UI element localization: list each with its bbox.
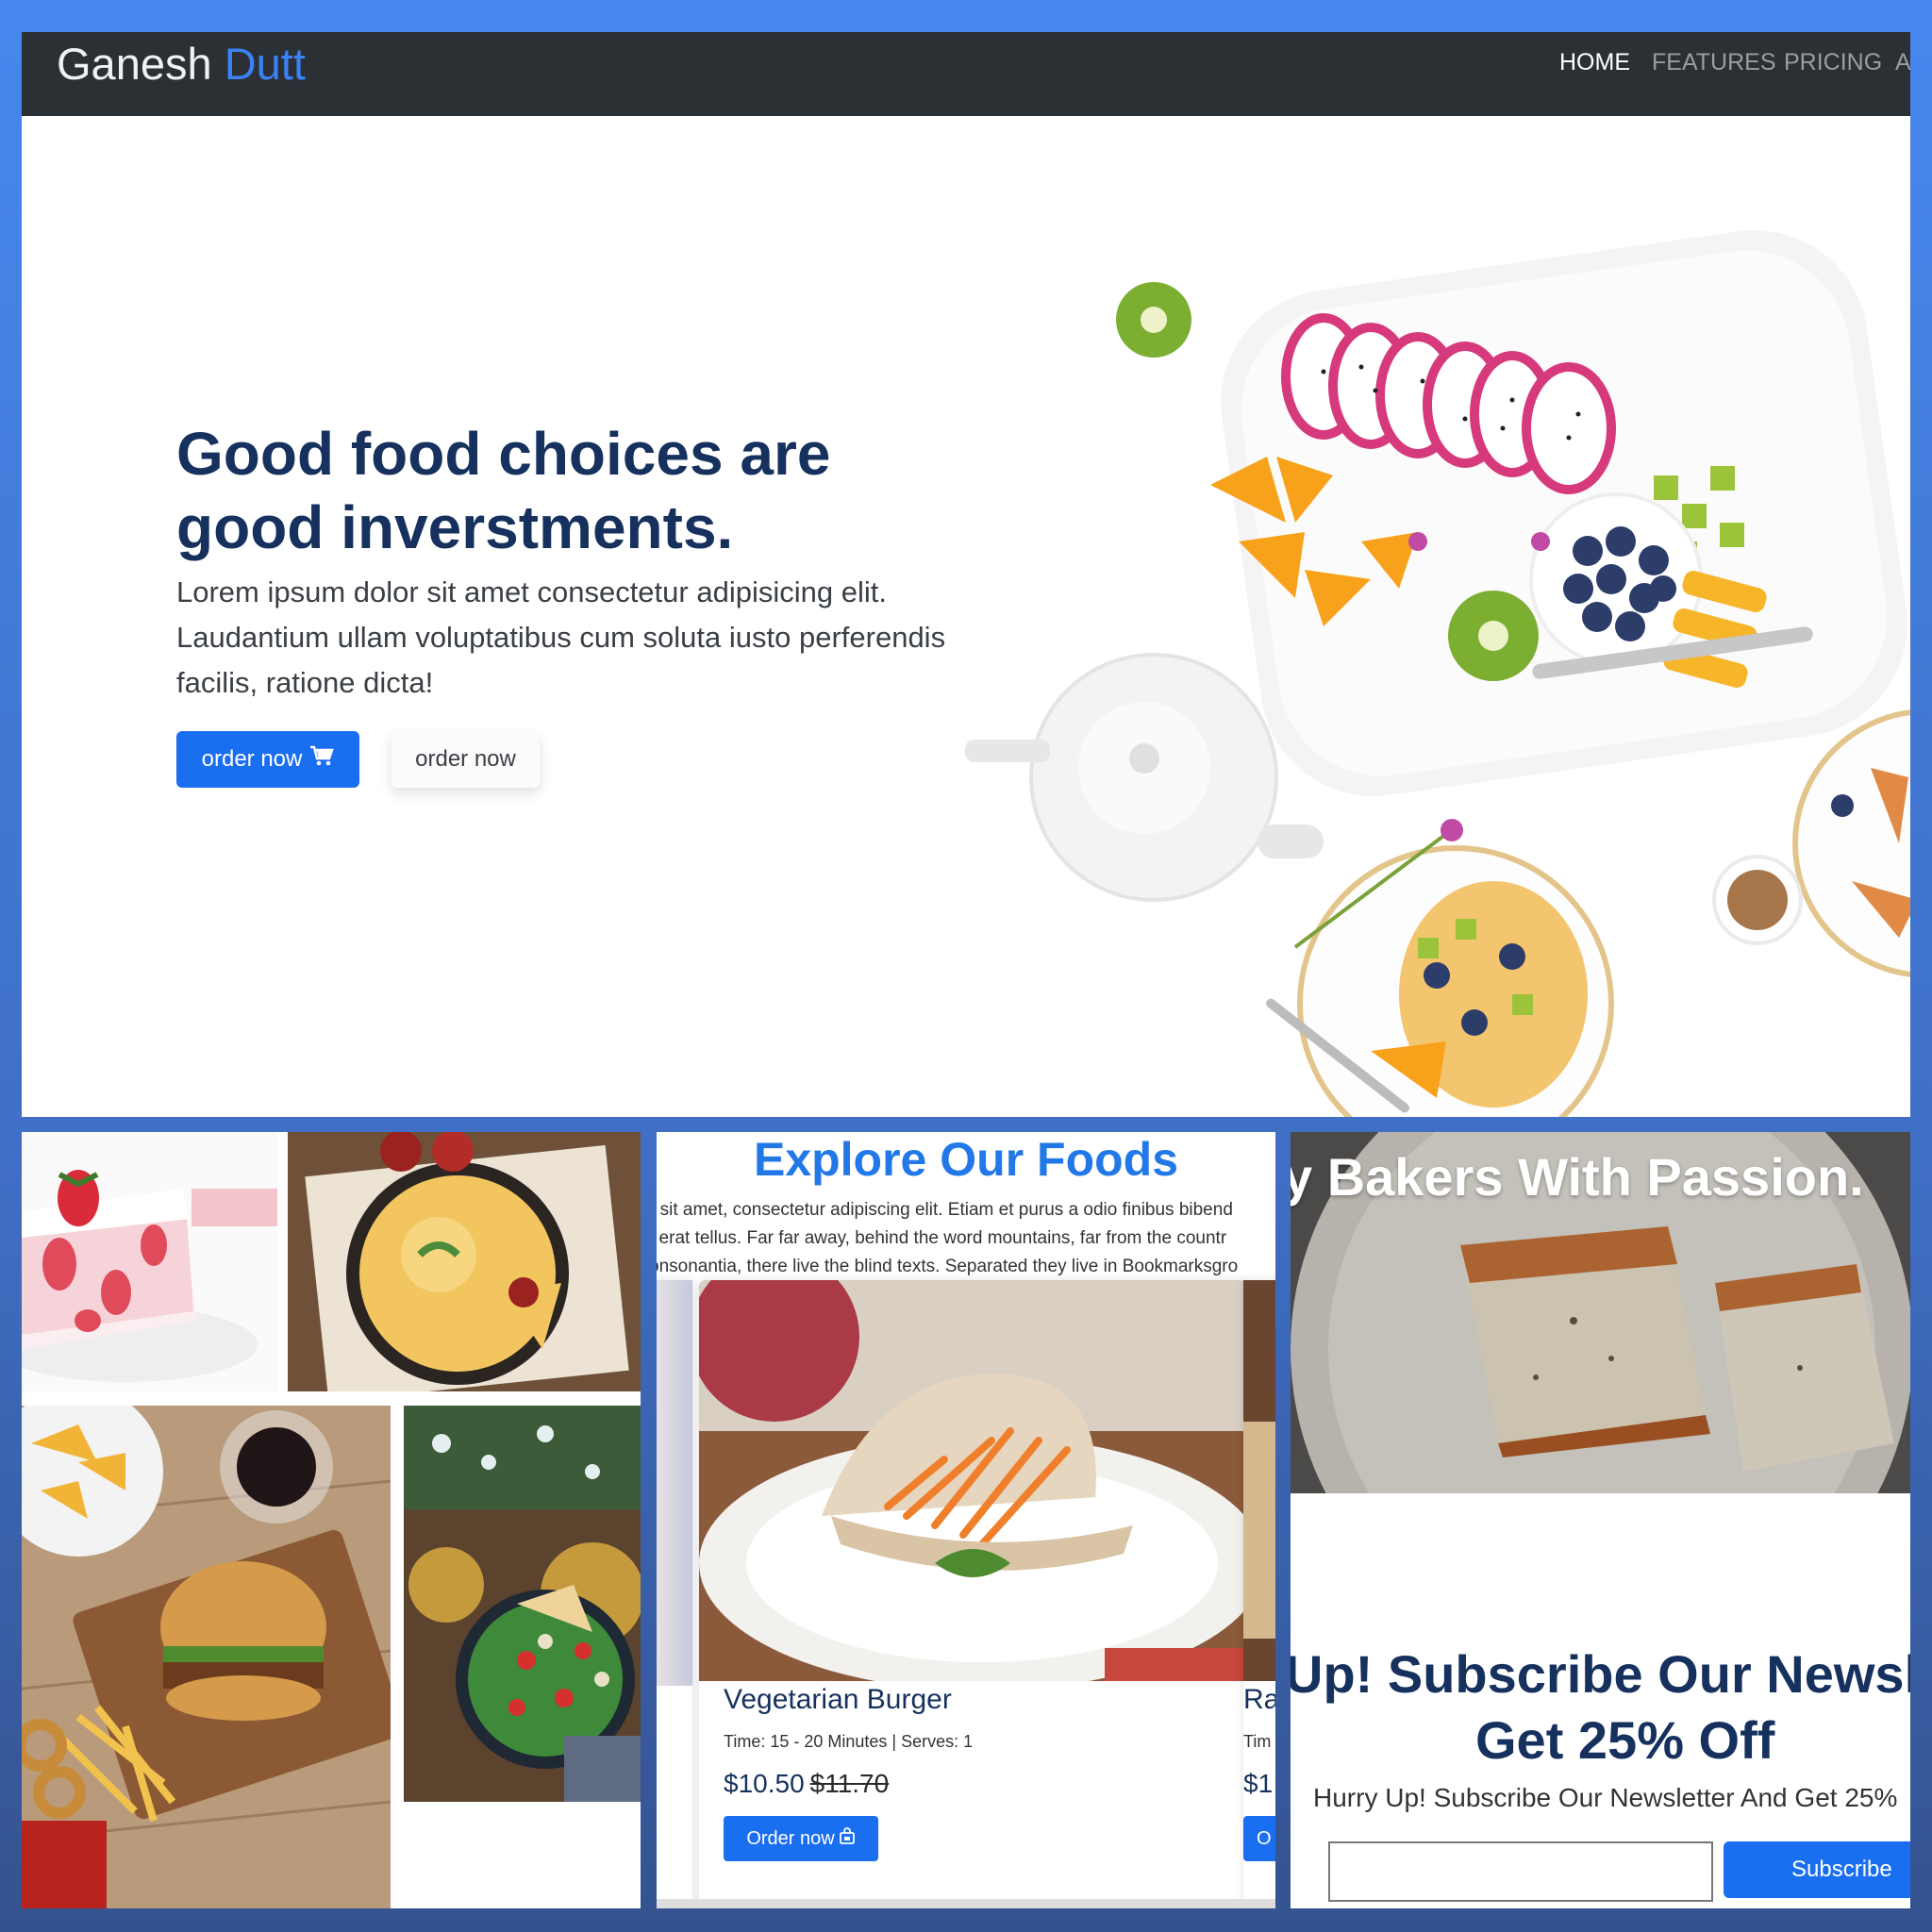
pie-photo	[288, 1132, 641, 1391]
brand-logo[interactable]: Ganesh Dutt	[57, 38, 306, 90]
newsletter-title: Up! Subscribe Our Newsl Get 25% Off	[1291, 1641, 1910, 1774]
hero-description: Lorem ipsum dolor sit amet consectetur a…	[176, 575, 946, 699]
food-card-meta: Time: 15 - 20 Minutes | Serves: 1	[724, 1732, 974, 1751]
nav-link-features[interactable]: FEATURES	[1652, 49, 1776, 76]
explore-text-line: t erat tellus. Far far away, behind the …	[657, 1228, 1227, 1248]
order-now-card-label: Order now	[746, 1827, 835, 1849]
hero-panel: Ganesh Dutt HOME FEATURES PRICING A Good…	[22, 32, 1910, 1117]
food-card-current-price: $10.50	[724, 1769, 805, 1798]
food-card-old-price: $11.70	[809, 1769, 890, 1798]
explore-title: Explore Our Foods	[753, 1133, 1179, 1186]
food-card-next-button[interactable]: O	[1243, 1816, 1275, 1861]
brand-second: Dutt	[224, 39, 306, 89]
food-card[interactable]: Vegetarian Burger Time: 15 - 20 Minutes …	[699, 1280, 1246, 1908]
newsletter-email-input[interactable]	[1328, 1841, 1713, 1902]
food-card-next-price: $1	[1243, 1769, 1274, 1798]
hero-food-image	[965, 230, 1910, 1117]
newsletter-subtitle: Hurry Up! Subscribe Our Newsletter And G…	[1313, 1783, 1898, 1812]
gallery-panel	[22, 1132, 641, 1908]
bag-icon	[839, 1827, 856, 1850]
food-card-previous-image	[657, 1280, 692, 1686]
explore-text-line: onsonantia, there live the blind texts. …	[657, 1257, 1239, 1276]
food-card-next-image	[1243, 1280, 1275, 1681]
order-now-label: order now	[201, 746, 303, 772]
carousel-scrollbar[interactable]	[657, 1899, 1275, 1908]
nav-link-home[interactable]: HOME	[1559, 49, 1630, 76]
food-card-next-title: Ra	[1243, 1684, 1275, 1715]
order-now-secondary-button[interactable]: order now	[391, 731, 540, 788]
strawberry-cake-photo	[22, 1132, 277, 1391]
order-now-secondary-label: order now	[415, 746, 516, 772]
bakers-heading: y Bakers With Passion.	[1291, 1147, 1864, 1207]
nav-link-about[interactable]: A	[1895, 49, 1910, 76]
food-card-next-meta: Tim	[1243, 1732, 1272, 1751]
explore-panel: Explore Our Foods r sit amet, consectetu…	[657, 1132, 1275, 1908]
newsletter-panel: y Bakers With Passion. Up! Subscribe Our…	[1291, 1132, 1910, 1908]
brand-first: Ganesh	[57, 39, 212, 89]
hero-title: Good food choices are good inverstments.	[176, 420, 831, 561]
food-card-price: $10.50 $11.70	[724, 1769, 889, 1799]
salad-bowl-photo	[404, 1406, 641, 1802]
vegetarian-burger-photo	[699, 1280, 1246, 1681]
nav-link-pricing[interactable]: PRICING	[1784, 49, 1882, 76]
order-now-card-button[interactable]: Order now	[724, 1816, 878, 1861]
cart-icon	[309, 745, 335, 774]
food-card-title: Vegetarian Burger	[724, 1684, 952, 1715]
order-now-button[interactable]: order now	[176, 731, 359, 788]
explore-description: r sit amet, consectetur adipiscing elit.…	[657, 1196, 1275, 1281]
navbar: Ganesh Dutt HOME FEATURES PRICING A	[22, 32, 1910, 116]
newsletter-title-line2: Get 25% Off	[1475, 1710, 1775, 1770]
food-card-previous[interactable]	[657, 1280, 692, 1908]
explore-text-line: r sit amet, consectetur adipiscing elit.…	[657, 1200, 1233, 1220]
fast-food-photo	[22, 1406, 391, 1908]
food-card-next[interactable]: Ra Tim $1 O	[1243, 1280, 1275, 1908]
newsletter-title-line1: Up! Subscribe Our Newsl	[1291, 1644, 1910, 1704]
subscribe-button[interactable]: Subscribe	[1724, 1841, 1910, 1898]
